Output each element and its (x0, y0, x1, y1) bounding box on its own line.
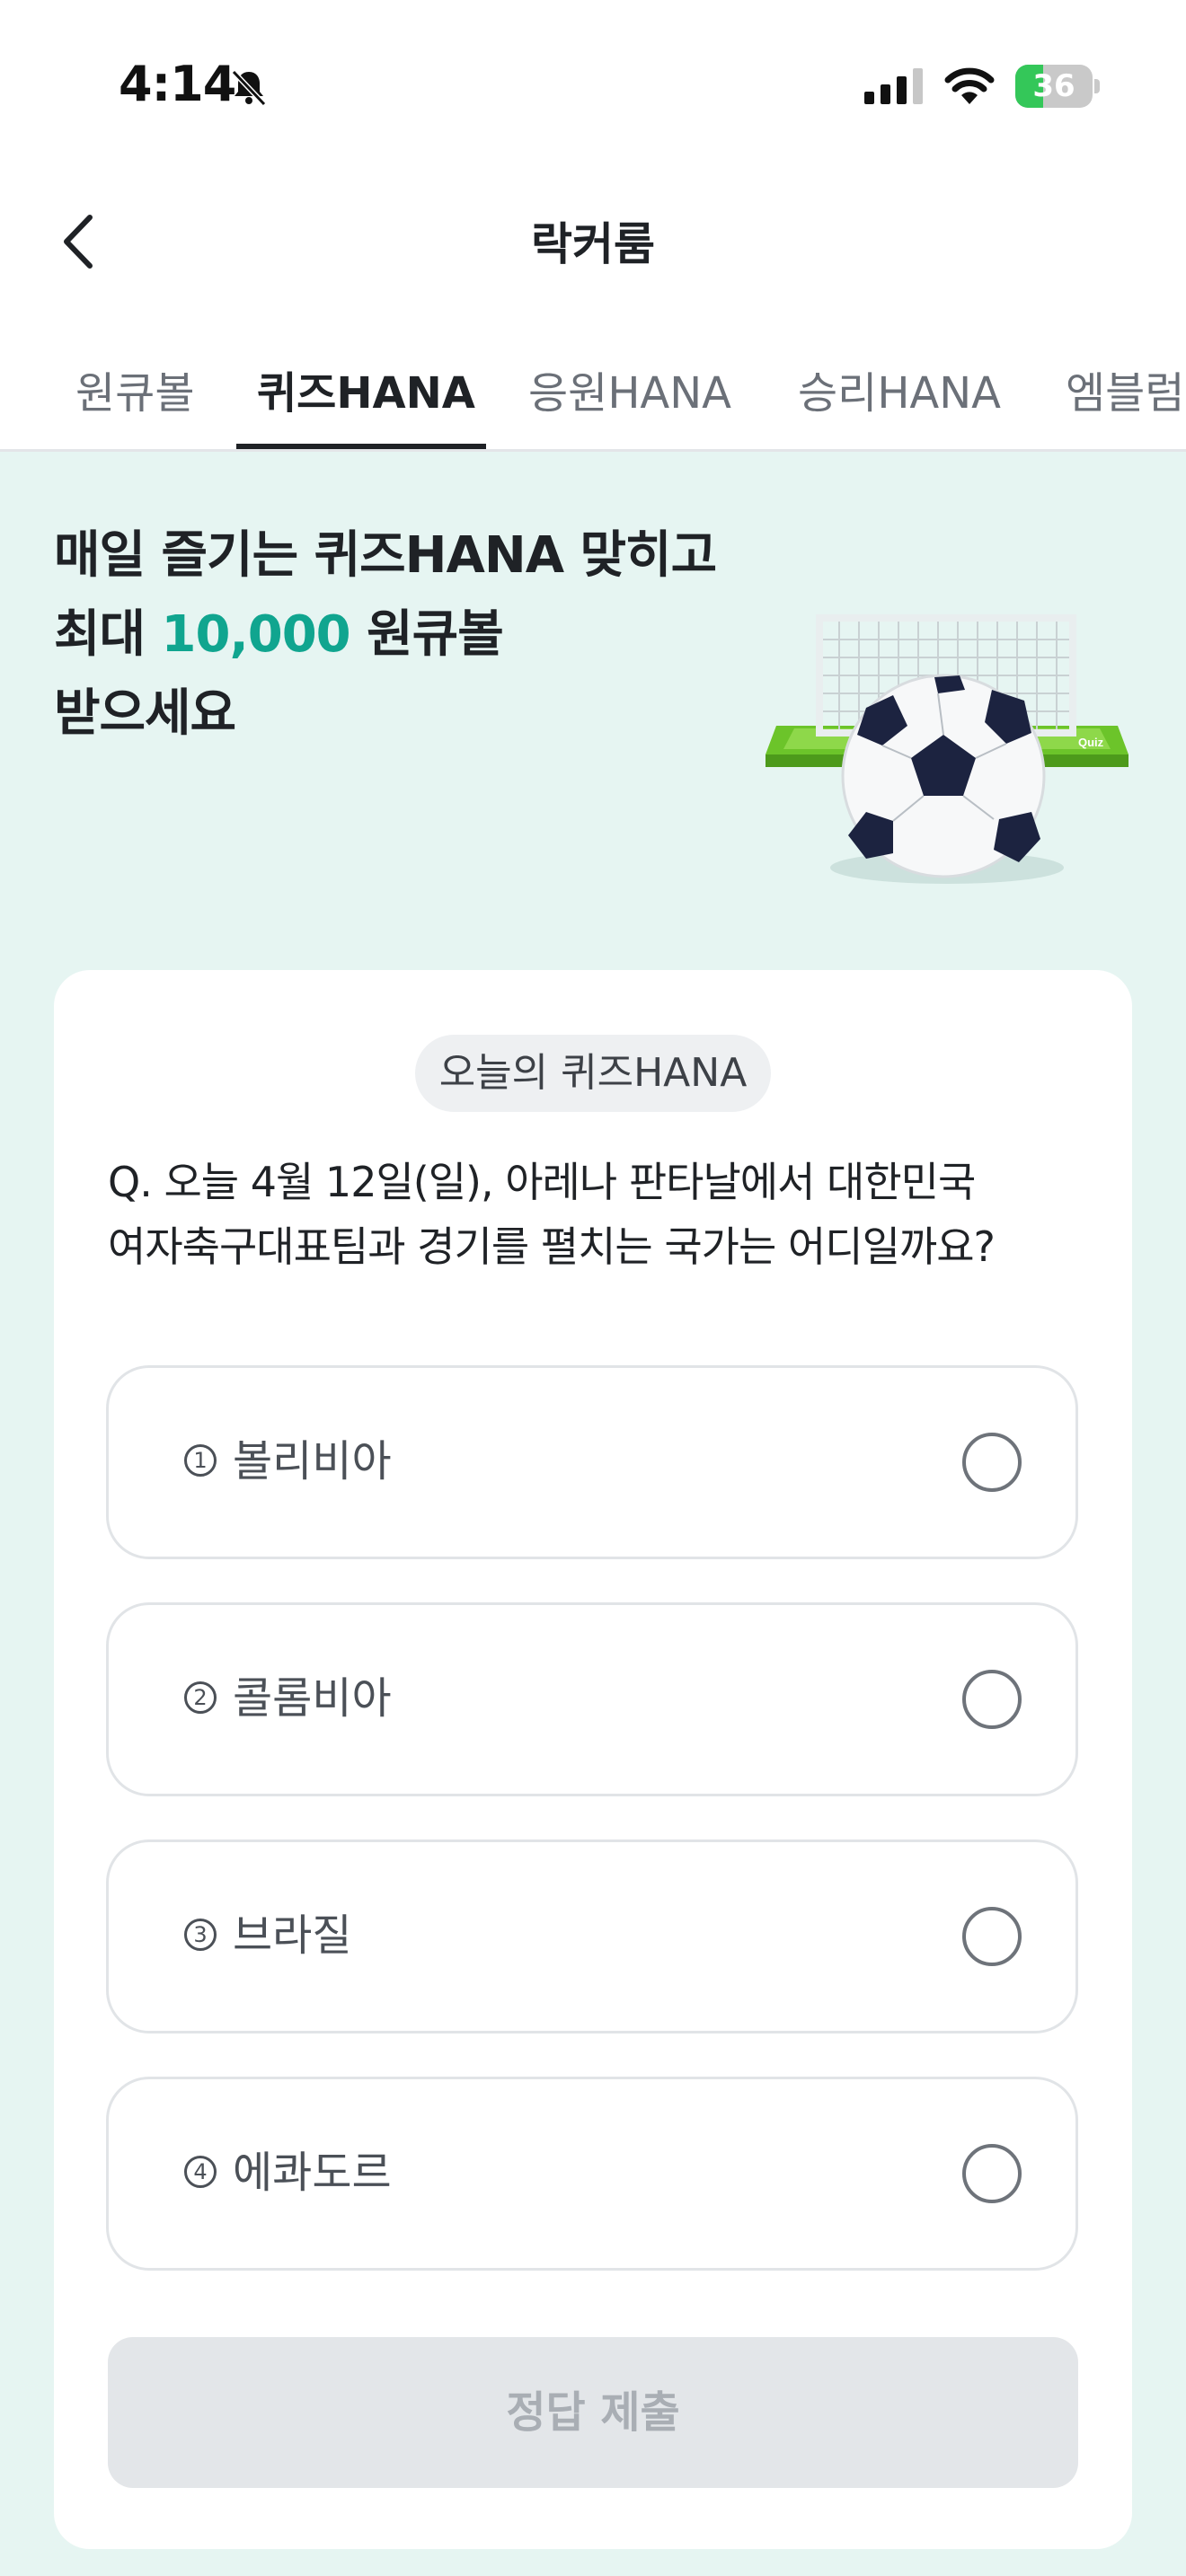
option-label: 콜롬비아 (233, 1673, 392, 1724)
todays-quiz-badge: 오늘의 퀴즈HANA (415, 1035, 771, 1112)
promo-banner-text: 매일 즐기는 퀴즈HANA 맞히고 최대 10,000 원큐볼 받으세요 (54, 516, 755, 754)
radio-button[interactable] (962, 2144, 1022, 2203)
tab-quiz-hana[interactable]: 퀴즈HANA (257, 357, 475, 420)
status-bar: 4:14 36 (0, 0, 1186, 171)
tab-onequeball[interactable]: 원큐볼 (75, 357, 194, 420)
quiz-card: 오늘의 퀴즈HANA Q. 오늘 4월 12일(일), 아레나 판타날에서 대한… (54, 970, 1132, 2549)
option-label: 에콰도르 (233, 2148, 392, 2198)
option-number: 4 (184, 2156, 217, 2188)
question-line-1: Q. 오늘 4월 12일(일), 아레나 판타날에서 대한민국 (108, 1158, 976, 1206)
tab-emblem[interactable]: 엠블럼 (1066, 357, 1184, 420)
option-number: 1 (184, 1444, 217, 1477)
cellular-signal-icon (864, 68, 923, 104)
submit-answer-button[interactable]: 정답 제출 (108, 2337, 1078, 2488)
quiz-question: Q. 오늘 4월 12일(일), 아레나 판타날에서 대한민국 여자축구대표팀과… (108, 1150, 1087, 1279)
answer-option-3[interactable]: 3 브라질 (106, 1839, 1078, 2033)
reward-amount: 10,000 (161, 605, 351, 664)
question-line-2: 여자축구대표팀과 경기를 펼치는 국가는 어디일까요? (108, 1222, 996, 1271)
banner-line-1: 매일 즐기는 퀴즈HANA 맞히고 (54, 526, 717, 585)
soccer-goal-ball-illustration: Quiz (766, 614, 1128, 884)
option-number: 3 (184, 1919, 217, 1951)
active-tab-indicator (236, 444, 486, 449)
tab-bar: 원큐볼 퀴즈HANA 응원HANA 승리HANA 엠블럼 (0, 341, 1186, 452)
banner-line-2: 최대 10,000 원큐볼 (54, 605, 504, 664)
battery-level: 36 (1032, 68, 1075, 104)
option-label: 볼리비아 (233, 1436, 392, 1486)
radio-button[interactable] (962, 1670, 1022, 1729)
bell-slash-icon (231, 69, 267, 107)
battery-indicator: 36 (1015, 65, 1100, 108)
page-title: 락커룸 (531, 218, 655, 270)
radio-button[interactable] (962, 1433, 1022, 1492)
tab-cheer-hana[interactable]: 응원HANA (528, 357, 731, 420)
radio-button[interactable] (962, 1907, 1022, 1966)
tab-win-hana[interactable]: 승리HANA (798, 357, 1001, 420)
option-label: 브라질 (233, 1910, 352, 1961)
answer-option-1[interactable]: 1 볼리비아 (106, 1365, 1078, 1559)
wifi-icon (944, 67, 995, 104)
banner-line-3: 받으세요 (54, 684, 236, 743)
answer-option-2[interactable]: 2 콜롬비아 (106, 1602, 1078, 1796)
status-time: 4:14 (119, 56, 236, 112)
option-number: 2 (184, 1681, 217, 1714)
answer-option-4[interactable]: 4 에콰도르 (106, 2077, 1078, 2271)
quiz-sign-label: Quiz (1078, 736, 1104, 749)
